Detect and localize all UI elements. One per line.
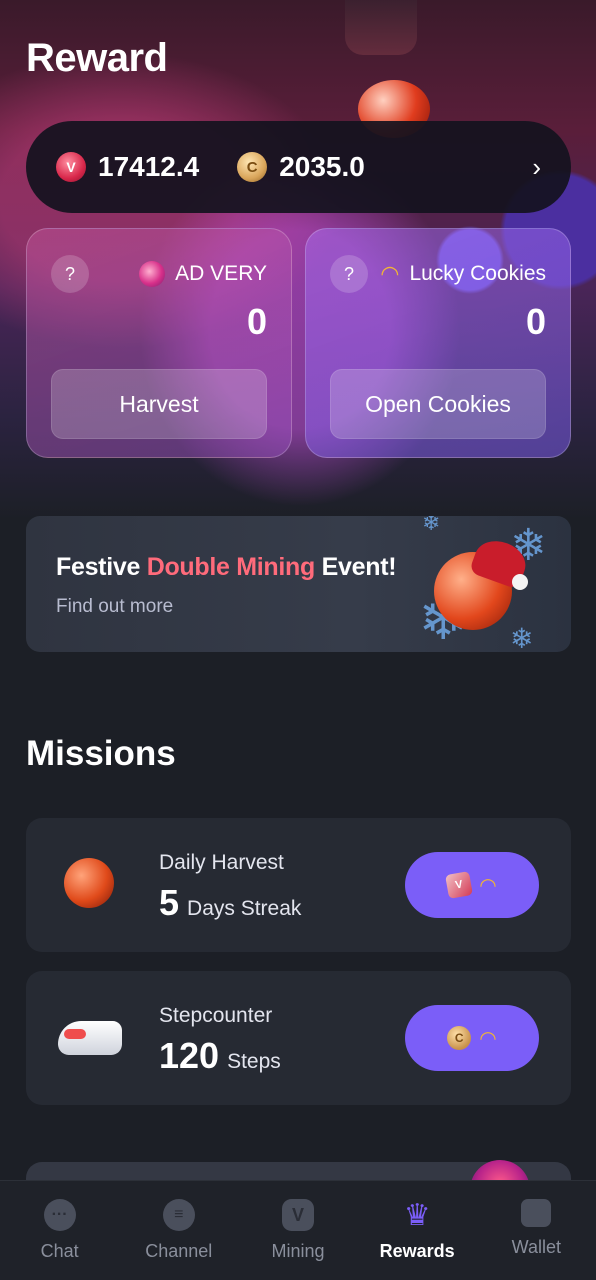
ad-very-label: AD VERY (139, 261, 267, 287)
lucky-cookies-card: ? ◠ Lucky Cookies 0 Open Cookies (305, 228, 571, 458)
v-balance: V 17412.4 (56, 151, 199, 183)
raspberry-icon (139, 261, 166, 287)
coin-icon: C (447, 1026, 472, 1050)
mission-value: 120 (159, 1035, 220, 1076)
fortune-cookie-icon: ◠ (380, 261, 400, 286)
snowflake-icon: ❄ (510, 623, 534, 652)
claim-reward-button[interactable]: C ◠ (405, 1005, 539, 1071)
mission-name: Stepcounter (159, 1004, 273, 1027)
ad-very-card: ? AD VERY 0 Harvest (26, 228, 292, 458)
banner-title: Festive Double Mining Event! (56, 553, 397, 581)
missions-heading: Missions (26, 734, 176, 773)
v-ticket-icon: V (445, 871, 474, 899)
v-balance-amount: 17412.4 (98, 151, 200, 182)
crown-icon: ♛ (403, 1198, 431, 1232)
tab-wallet[interactable]: Wallet (481, 1181, 591, 1258)
bottom-tab-bar: ··· Chat ≡ Channel V Mining ♛ Rewards Wa… (0, 1180, 596, 1280)
chat-bubble-icon: ··· (43, 1199, 76, 1231)
mission-progress: 5 Days Streak (159, 882, 301, 924)
ad-very-count: 0 (246, 301, 267, 342)
lucky-cookies-count: 0 (525, 301, 546, 342)
page-title: Reward (26, 36, 168, 80)
open-cookies-button[interactable]: Open Cookies (330, 369, 546, 439)
wallet-icon (521, 1199, 552, 1227)
tab-channel[interactable]: ≡ Channel (124, 1181, 234, 1262)
fortune-cookie-icon: ◠ (479, 1027, 497, 1050)
event-banner[interactable]: Festive Double Mining Event! Find out mo… (26, 516, 571, 652)
claim-reward-button[interactable]: V ◠ (405, 852, 539, 918)
pumpkin-icon (64, 858, 116, 910)
jar-illustration (345, 0, 417, 55)
mission-unit: Steps (227, 1050, 281, 1073)
tab-chat[interactable]: ··· Chat (5, 1181, 115, 1262)
balance-bar[interactable]: V 17412.4 C 2035.0 › (26, 121, 571, 213)
snowflake-icon: ❄ (422, 516, 441, 535)
mining-badge-icon: V (281, 1199, 314, 1231)
help-icon[interactable]: ? (330, 255, 368, 293)
coin-icon: C (237, 152, 268, 182)
mission-name: Daily Harvest (159, 851, 284, 874)
fortune-cookie-icon: ◠ (479, 874, 497, 897)
channel-icon: ≡ (162, 1199, 195, 1231)
coin-balance-amount: 2035.0 (279, 151, 365, 182)
mission-unit: Days Streak (187, 897, 302, 920)
chevron-right-icon[interactable]: › (532, 152, 541, 183)
find-out-more-link[interactable]: Find out more (56, 596, 173, 618)
mission-value: 5 (159, 882, 180, 923)
v-token-icon: V (56, 152, 86, 182)
harvest-button[interactable]: Harvest (51, 369, 267, 439)
mission-progress: 120 Steps (159, 1035, 281, 1077)
lucky-cookies-label: ◠ Lucky Cookies (380, 261, 546, 286)
mission-stepcounter: Stepcounter 120 Steps C ◠ (26, 971, 571, 1105)
mission-daily-harvest: Daily Harvest 5 Days Streak V ◠ (26, 818, 571, 952)
tab-rewards[interactable]: ♛ Rewards (362, 1181, 472, 1262)
santa-hat-pom (512, 574, 528, 590)
tab-mining[interactable]: V Mining (243, 1181, 353, 1262)
help-icon[interactable]: ? (51, 255, 89, 293)
sneaker-icon (58, 1011, 122, 1063)
coin-balance: C 2035.0 (237, 151, 365, 183)
